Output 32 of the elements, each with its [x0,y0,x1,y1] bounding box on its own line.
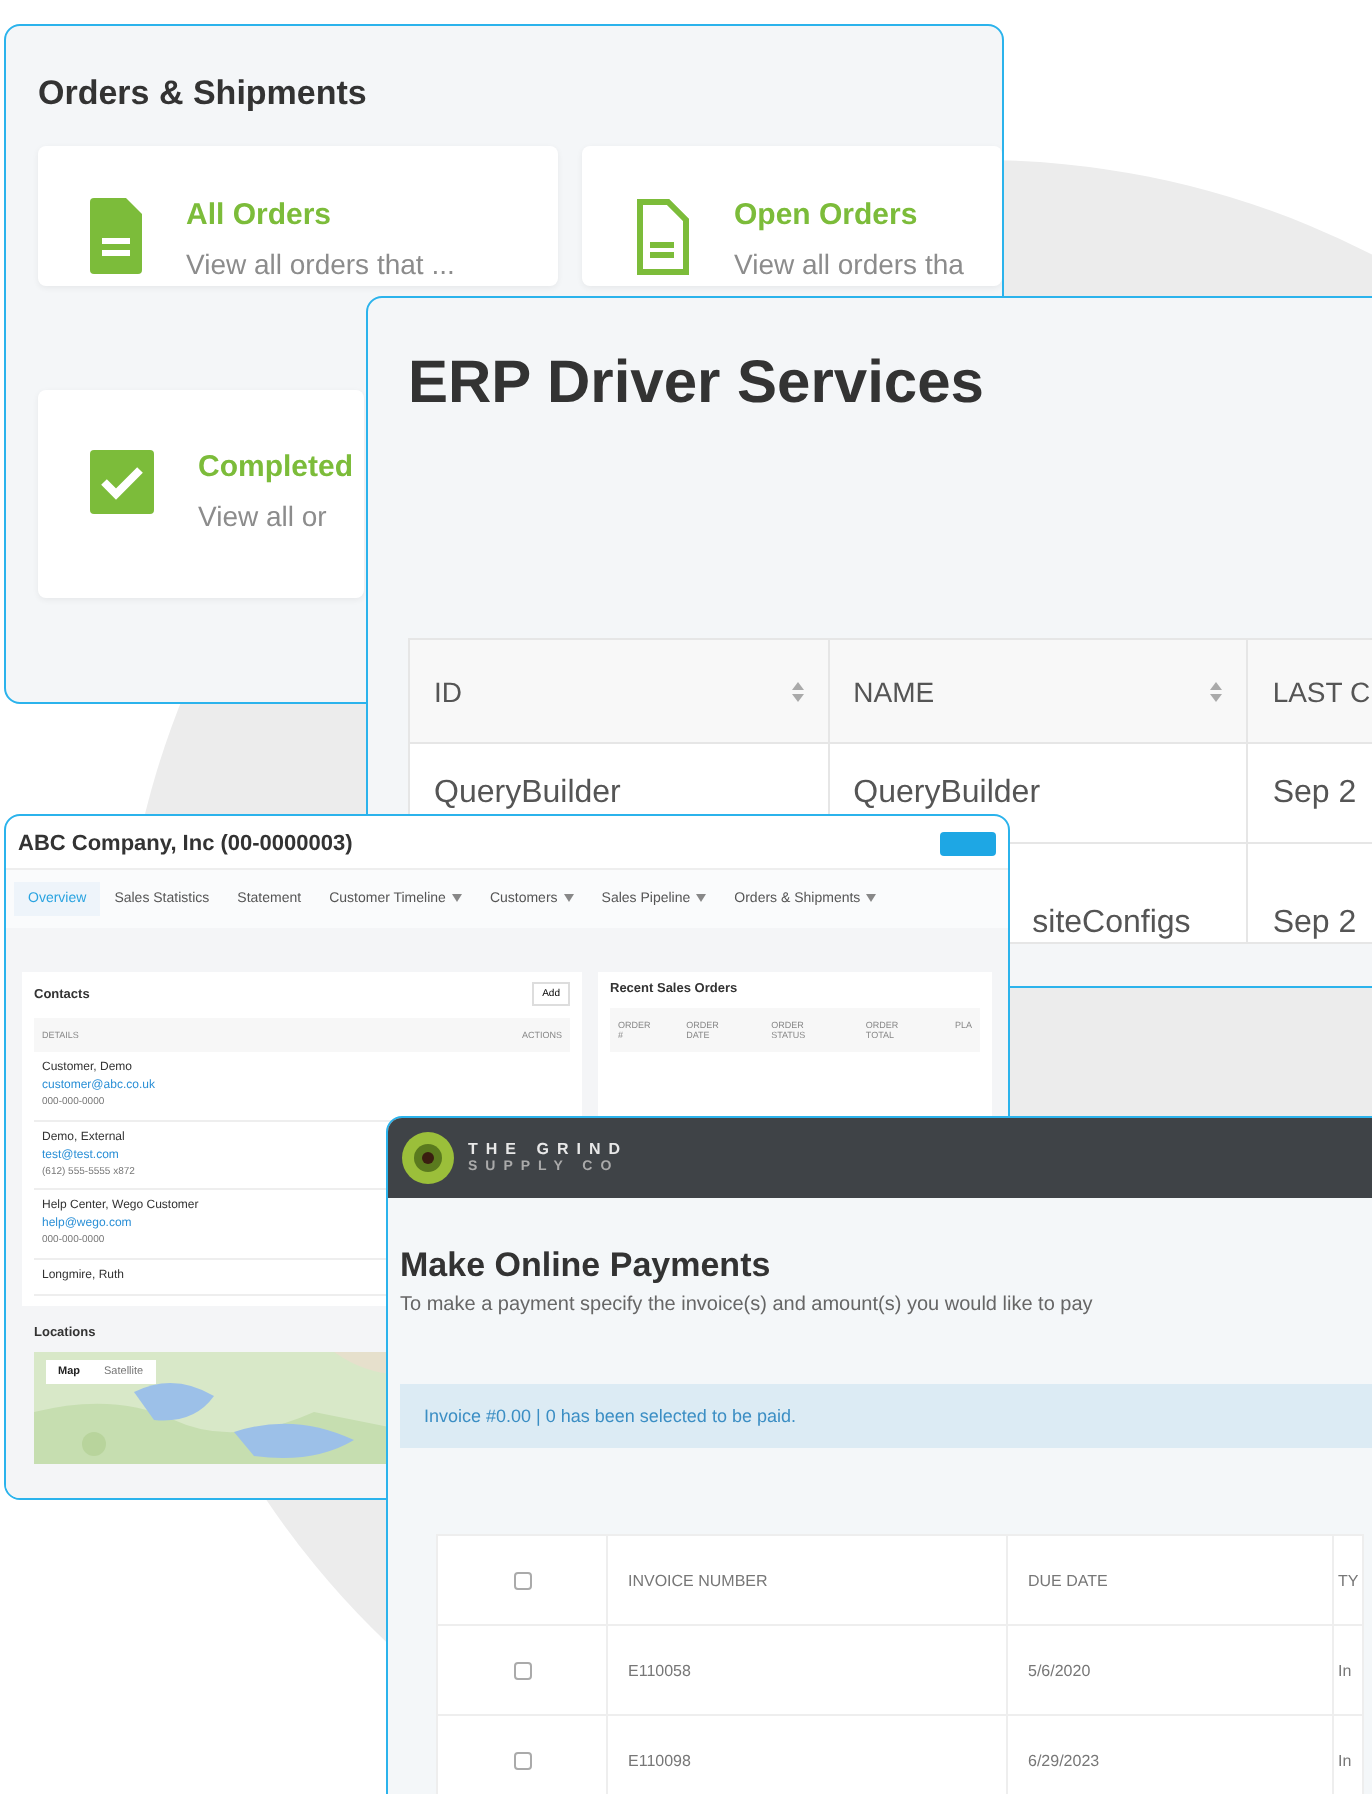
checkbox[interactable] [513,1751,531,1770]
column-header: INVOICE NUMBER [607,1535,1007,1625]
card-title: Completed [198,450,354,484]
column-header[interactable]: LAST C [1247,639,1372,743]
card-title: All Orders [186,198,334,232]
page-title: Make Online Payments [400,1246,773,1286]
instructions-text: To make a payment specify the invoice(s) and amount(s) you would like to pay [400,1294,1095,1316]
brand-text: THE GRIND [468,1140,628,1160]
selection-notice: Invoice #0.00 | 0 has been selected to be paid. [400,1384,1372,1448]
checkbox[interactable] [513,1571,531,1590]
document-icon [634,198,690,278]
card-title: Open Orders [734,198,920,232]
document-icon [90,198,142,274]
checkbox[interactable] [513,1661,531,1680]
table-cell: E110058 [607,1625,1007,1715]
page-title: ERP Driver Services [408,350,986,418]
card-description: View all or [198,500,329,532]
card-description: View all orders tha [734,248,964,280]
card-description: View all orders that ... [186,248,455,280]
column-header[interactable]: ID [409,639,829,743]
table-cell: In [1333,1625,1364,1715]
checkbox-icon [90,450,154,514]
table-cell: In [1333,1715,1364,1794]
sort-icon[interactable] [791,681,804,701]
column-header[interactable]: NAME [828,639,1248,743]
company-title: ABC Company, Inc (00-0000003) [18,832,353,856]
column-header: DUE DATE [1007,1535,1333,1625]
sort-icon[interactable] [1210,681,1223,701]
column-header: TY [1333,1535,1364,1625]
table-cell: 5/6/2020 [1007,1625,1333,1715]
logo-icon [400,1130,456,1186]
window-title: Orders & Shipments [38,74,369,114]
